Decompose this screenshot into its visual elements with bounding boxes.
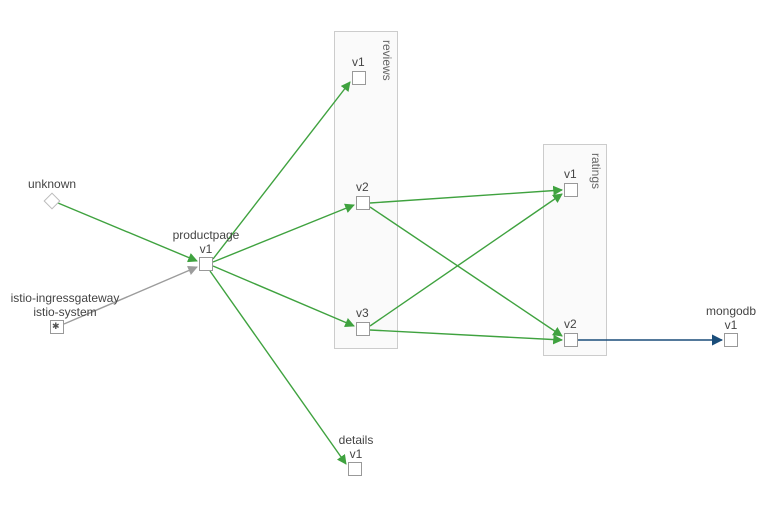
node-reviews-v1[interactable] bbox=[352, 71, 366, 85]
node-details-label2: v1 bbox=[326, 448, 386, 462]
node-reviews-v1-label: v1 bbox=[352, 56, 365, 70]
gateway-icon: ✱ bbox=[52, 322, 60, 331]
group-reviews-title: reviews bbox=[380, 40, 394, 81]
node-mongodb-label2: v1 bbox=[700, 319, 762, 333]
node-productpage-v1[interactable] bbox=[199, 257, 213, 271]
node-productpage-label2: v1 bbox=[166, 243, 246, 257]
node-reviews-v3[interactable] bbox=[356, 322, 370, 336]
node-ratings-v1[interactable] bbox=[564, 183, 578, 197]
node-ingress-label2: istio-system bbox=[6, 306, 124, 320]
node-reviews-v2-label: v2 bbox=[356, 181, 369, 195]
node-unknown-label: unknown bbox=[28, 178, 76, 192]
node-productpage-label1: productpage bbox=[166, 229, 246, 243]
node-details-label1: details bbox=[326, 434, 386, 448]
edge-reviews-v2-ratings-v1 bbox=[370, 190, 562, 203]
edge-reviews-v3-ratings-v1 bbox=[370, 194, 562, 326]
node-details-v1[interactable] bbox=[348, 462, 362, 476]
edge-reviews-v2-ratings-v2 bbox=[370, 207, 562, 336]
node-ingress-label1: istio-ingressgateway bbox=[6, 292, 124, 306]
node-reviews-v3-label: v3 bbox=[356, 307, 369, 321]
node-mongodb-v1[interactable] bbox=[724, 333, 738, 347]
node-reviews-v2[interactable] bbox=[356, 196, 370, 210]
node-ratings-v2[interactable] bbox=[564, 333, 578, 347]
node-mongodb-label1: mongodb bbox=[700, 305, 762, 319]
node-ratings-v1-label: v1 bbox=[564, 168, 577, 182]
edge-productpage-reviews-v3 bbox=[213, 266, 354, 326]
node-unknown[interactable] bbox=[44, 193, 61, 210]
node-ratings-v2-label: v2 bbox=[564, 318, 577, 332]
group-ratings-title: ratings bbox=[589, 153, 603, 189]
edge-reviews-v3-ratings-v2 bbox=[370, 330, 562, 340]
